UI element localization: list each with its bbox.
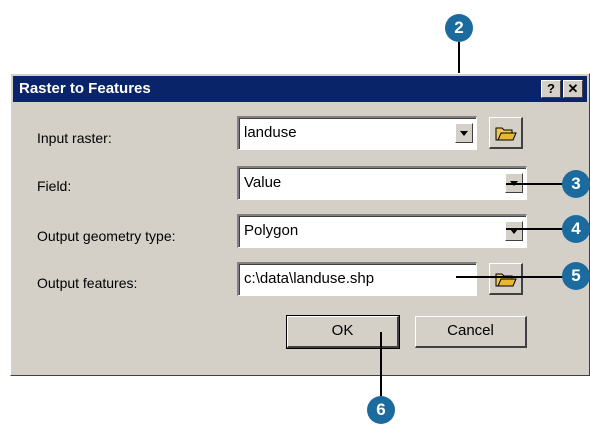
geometry-type-combo[interactable]: Polygon	[237, 214, 527, 248]
callout-4: 4	[562, 215, 590, 243]
geometry-type-value: Polygon	[244, 222, 299, 239]
cancel-button[interactable]: Cancel	[415, 316, 527, 348]
callout-6: 6	[367, 396, 395, 424]
open-folder-icon	[495, 127, 517, 141]
input-raster-dropdown-button[interactable]	[455, 123, 473, 143]
geometry-type-dropdown-button[interactable]	[505, 221, 523, 241]
geometry-type-label: Output geometry type:	[37, 228, 176, 244]
open-folder-icon	[495, 273, 517, 287]
output-features-browse-button[interactable]	[489, 263, 523, 295]
callout-5-leader	[456, 276, 566, 278]
input-raster-value: landuse	[244, 124, 297, 141]
input-raster-browse-button[interactable]	[489, 117, 523, 149]
help-icon[interactable]: ?	[541, 80, 561, 98]
output-features-label: Output features:	[37, 275, 138, 291]
title-bar: Raster to Features ? ✕	[13, 76, 587, 102]
callout-3: 3	[562, 170, 590, 198]
output-features-value: c:\data\landuse.shp	[244, 270, 375, 287]
callout-4-leader	[506, 228, 566, 230]
output-features-input[interactable]: c:\data\landuse.shp	[237, 262, 477, 296]
input-raster-combo[interactable]: landuse	[237, 116, 477, 150]
field-label: Field:	[37, 178, 72, 194]
callout-2: 2	[445, 14, 473, 42]
input-raster-label: Input raster:	[37, 130, 112, 146]
raster-to-features-dialog: Raster to Features ? ✕ Input raster: lan…	[10, 73, 590, 376]
field-value: Value	[244, 174, 282, 191]
callout-5: 5	[562, 262, 590, 290]
dialog-title: Raster to Features	[19, 80, 151, 97]
close-icon[interactable]: ✕	[563, 80, 583, 98]
field-combo[interactable]: Value	[237, 166, 527, 200]
ok-button[interactable]: OK	[286, 315, 400, 349]
callout-3-leader	[506, 183, 566, 185]
dropdown-arrow-icon	[460, 131, 468, 136]
callout-6-leader	[380, 332, 382, 398]
